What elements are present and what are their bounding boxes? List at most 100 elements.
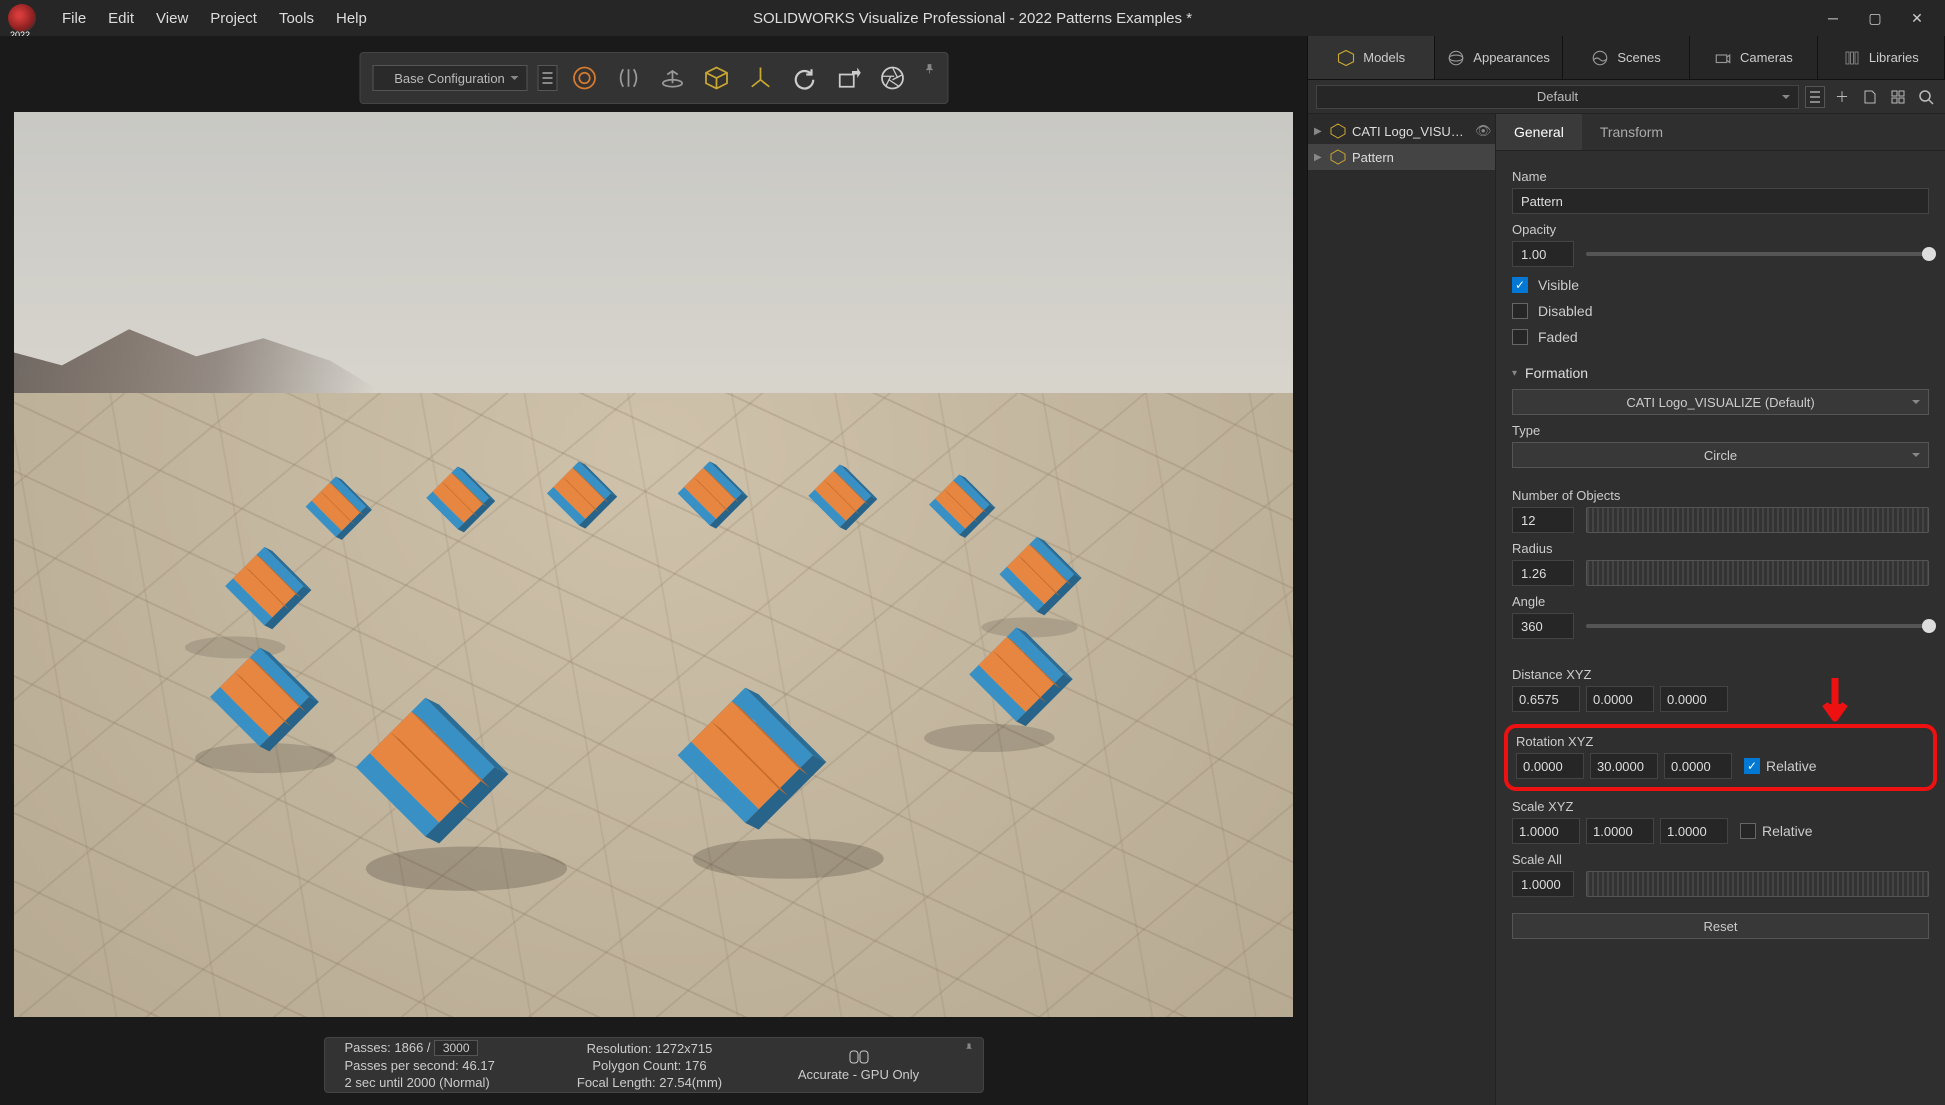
render-viewport[interactable] (14, 112, 1293, 1017)
angle-input[interactable] (1512, 613, 1574, 639)
menu-tools[interactable]: Tools (279, 10, 314, 27)
menu-help[interactable]: Help (336, 10, 367, 27)
rotation-relative-checkbox[interactable] (1744, 758, 1760, 774)
menu-project[interactable]: Project (210, 10, 257, 27)
menu-edit[interactable]: Edit (108, 10, 134, 27)
viewport-toolbar: Base Configuration (359, 52, 948, 104)
render-mode: Accurate - GPU Only (798, 1067, 919, 1082)
focal-length: Focal Length: 27.54(mm) (545, 1075, 755, 1090)
scaleall-scrubber[interactable] (1586, 871, 1929, 897)
scale-z-input[interactable] (1660, 818, 1728, 844)
resolution-label: Resolution: 1272x715 (545, 1041, 755, 1056)
turntable-icon[interactable] (655, 61, 689, 95)
tab-models[interactable]: Models (1308, 36, 1435, 79)
render-eta: 2 sec until 2000 (Normal) (345, 1075, 545, 1090)
default-dropdown[interactable]: Default (1316, 85, 1799, 109)
tab-transform[interactable]: Transform (1582, 114, 1681, 150)
tab-appearances[interactable]: Appearances (1435, 36, 1562, 79)
rotation-x-input[interactable] (1516, 753, 1584, 779)
model-tree: ▶ CATI Logo_VISUAL... 👁 ▶ Pattern (1308, 114, 1496, 1105)
scaleall-input[interactable] (1512, 871, 1574, 897)
formation-dropdown[interactable]: CATI Logo_VISUALIZE (Default) (1512, 389, 1929, 415)
passes-per-second: Passes per second: 46.17 (345, 1058, 545, 1073)
new-file-icon[interactable] (1859, 86, 1881, 108)
opacity-slider[interactable] (1586, 252, 1929, 256)
disabled-checkbox[interactable] (1512, 303, 1528, 319)
scale-y-input[interactable] (1586, 818, 1654, 844)
numobj-label: Number of Objects (1512, 488, 1929, 503)
rotation-label: Rotation XYZ (1516, 734, 1925, 749)
tab-cameras[interactable]: Cameras (1690, 36, 1817, 79)
distance-y-input[interactable] (1586, 686, 1654, 712)
tab-libraries[interactable]: Libraries (1818, 36, 1945, 79)
tree-item-pattern[interactable]: ▶ Pattern (1308, 144, 1495, 170)
numobj-scrubber[interactable] (1586, 507, 1929, 533)
sub-toolbar: Default ＋ (1308, 80, 1945, 114)
menu-file[interactable]: File (62, 10, 86, 27)
aperture-icon[interactable] (875, 61, 909, 95)
scale-x-input[interactable] (1512, 818, 1580, 844)
polygon-count: Polygon Count: 176 (545, 1058, 755, 1073)
radius-label: Radius (1512, 541, 1929, 556)
window-title: SOLIDWORKS Visualize Professional - 2022… (753, 10, 1192, 27)
add-icon[interactable]: ＋ (1831, 86, 1853, 108)
app-logo: 2022 (8, 4, 36, 32)
scale-label: Scale XYZ (1512, 799, 1929, 814)
opacity-label: Opacity (1512, 222, 1929, 237)
menu-bar: File Edit View Project Tools Help (62, 10, 367, 27)
gpu-icon (848, 1049, 870, 1065)
title-bar: 2022 File Edit View Project Tools Help S… (0, 0, 1945, 36)
passes-total-input[interactable]: 3000 (434, 1040, 478, 1056)
scaleall-label: Scale All (1512, 852, 1929, 867)
rotation-z-input[interactable] (1664, 753, 1732, 779)
render-mode-icon[interactable] (567, 61, 601, 95)
tree-item-cati-logo[interactable]: ▶ CATI Logo_VISUAL... 👁 (1308, 118, 1495, 144)
formation-header[interactable]: Formation (1512, 365, 1929, 381)
angle-slider[interactable] (1586, 624, 1929, 628)
export-icon[interactable] (831, 61, 865, 95)
grid-icon[interactable] (1887, 86, 1909, 108)
maximize-button[interactable]: ▢ (1855, 3, 1895, 33)
properties-column: General Transform Name Opacity Visible D… (1496, 114, 1945, 1105)
distance-x-input[interactable] (1512, 686, 1580, 712)
tab-general[interactable]: General (1496, 114, 1582, 150)
menu-view[interactable]: View (156, 10, 188, 27)
reset-button[interactable]: Reset (1512, 913, 1929, 939)
panel-tabs: Models Appearances Scenes Cameras Librar… (1308, 36, 1945, 80)
status-bar: Passes: 1866 / 3000 Passes per second: 4… (324, 1037, 984, 1093)
viewport-panel: Base Configuration (0, 36, 1307, 1105)
opacity-input[interactable] (1512, 241, 1574, 267)
visible-checkbox[interactable] (1512, 277, 1528, 293)
scale-relative-checkbox[interactable] (1740, 823, 1756, 839)
faded-checkbox[interactable] (1512, 329, 1528, 345)
model-cube-icon[interactable] (699, 61, 733, 95)
numobj-input[interactable] (1512, 507, 1574, 533)
distance-label: Distance XYZ (1512, 667, 1929, 682)
angle-label: Angle (1512, 594, 1929, 609)
close-button[interactable]: ✕ (1897, 3, 1937, 33)
refresh-icon[interactable] (787, 61, 821, 95)
radius-scrubber[interactable] (1586, 560, 1929, 586)
minimize-button[interactable]: ─ (1813, 3, 1853, 33)
rotation-highlight: Rotation XYZ Relative (1504, 724, 1937, 791)
list-view-button[interactable] (537, 65, 557, 91)
window-controls: ─ ▢ ✕ (1813, 3, 1937, 33)
sub-list-button[interactable] (1805, 86, 1825, 108)
annotation-arrow (1815, 676, 1855, 726)
visibility-icon[interactable]: 👁 (1475, 123, 1489, 139)
axis-icon[interactable] (743, 61, 777, 95)
search-icon[interactable] (1915, 86, 1937, 108)
pin-icon[interactable] (923, 63, 935, 75)
type-dropdown[interactable]: Circle (1512, 442, 1929, 468)
type-label: Type (1512, 423, 1929, 438)
properties-panel: Models Appearances Scenes Cameras Librar… (1307, 36, 1945, 1105)
name-label: Name (1512, 169, 1929, 184)
distance-z-input[interactable] (1660, 686, 1728, 712)
status-pin-icon[interactable] (963, 1042, 975, 1054)
name-input[interactable] (1512, 188, 1929, 214)
configuration-dropdown[interactable]: Base Configuration (372, 65, 527, 91)
rotation-y-input[interactable] (1590, 753, 1658, 779)
split-view-icon[interactable] (611, 61, 645, 95)
radius-input[interactable] (1512, 560, 1574, 586)
tab-scenes[interactable]: Scenes (1563, 36, 1690, 79)
